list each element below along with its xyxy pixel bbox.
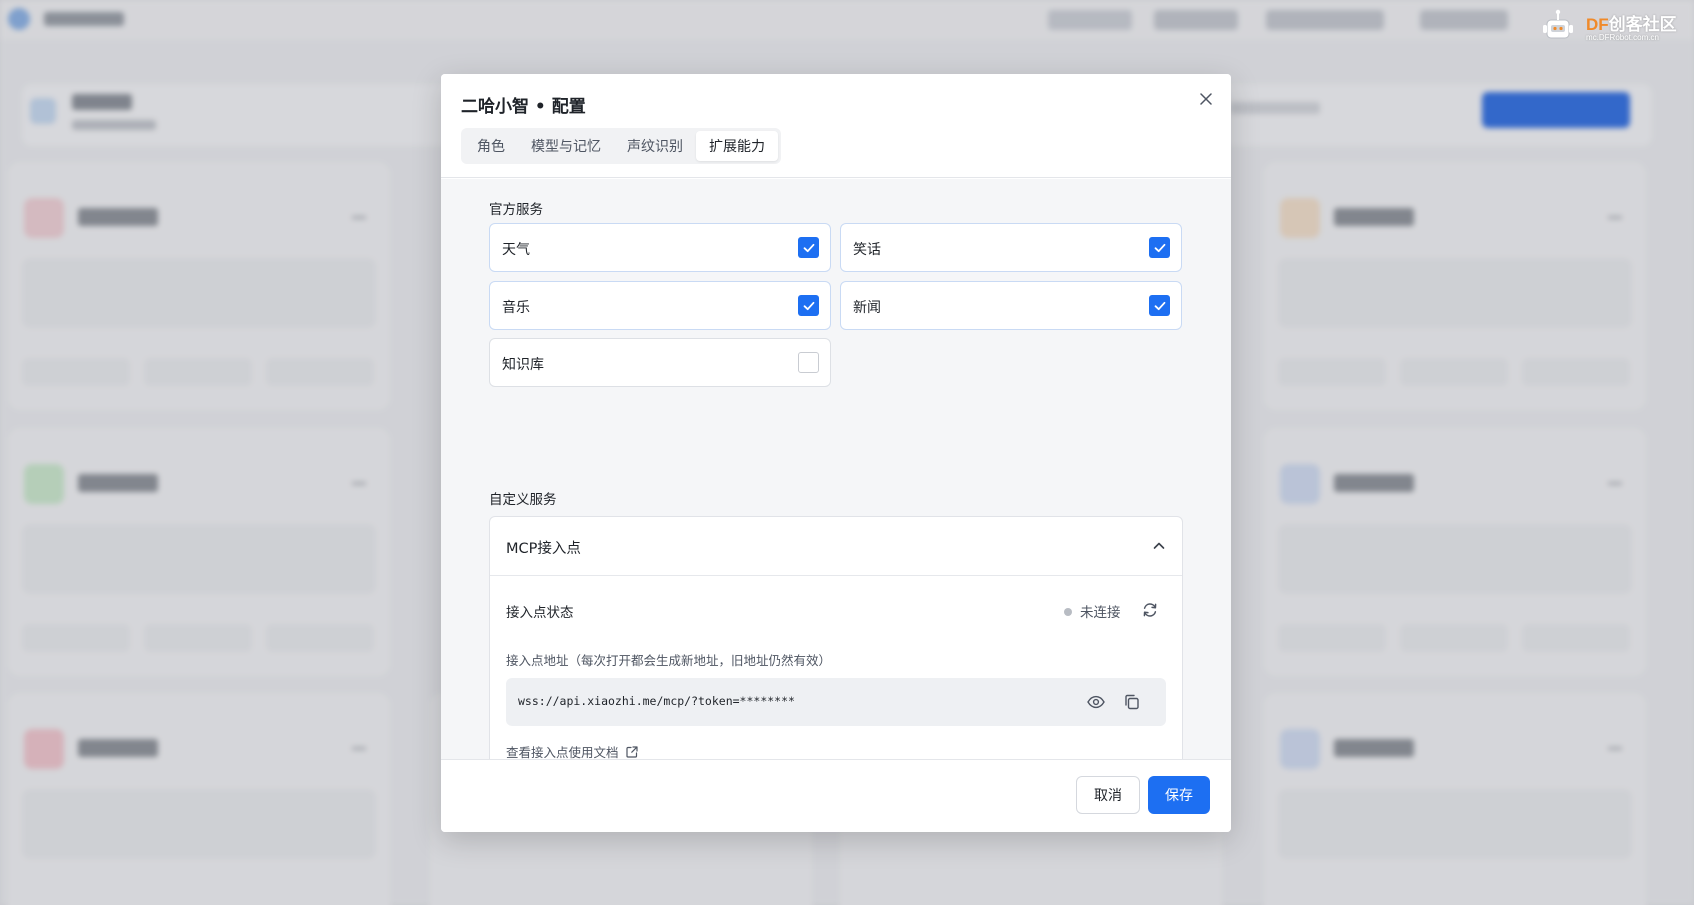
tab-extensions[interactable]: 扩展能力 bbox=[696, 131, 778, 161]
service-label: 知识库 bbox=[502, 357, 544, 373]
service-weather[interactable]: 天气 bbox=[489, 223, 831, 272]
service-jokes-checkbox[interactable] bbox=[1149, 237, 1170, 258]
save-button[interactable]: 保存 bbox=[1148, 776, 1210, 814]
watermark-brand-latin: DF bbox=[1586, 15, 1609, 34]
status-dot bbox=[1064, 608, 1072, 616]
service-weather-checkbox[interactable] bbox=[798, 237, 819, 258]
cancel-button[interactable]: 取消 bbox=[1076, 776, 1140, 814]
mcp-panel-header[interactable]: MCP接入点 bbox=[490, 517, 1182, 576]
endpoint-url-field[interactable]: wss://api.xiaozhi.me/mcp/?token=******** bbox=[506, 678, 1166, 726]
tab-voiceprint[interactable]: 声纹识别 bbox=[614, 131, 696, 161]
service-label: 天气 bbox=[502, 242, 530, 258]
service-label: 笑话 bbox=[853, 242, 881, 258]
mcp-panel: MCP接入点 接入点状态 未连接 接入点地址（每次打开都会生成新地址，旧地址仍然… bbox=[489, 516, 1183, 771]
modal-footer: 取消 保存 bbox=[441, 759, 1231, 832]
check-icon bbox=[1154, 301, 1165, 310]
tab-role[interactable]: 角色 bbox=[464, 131, 518, 161]
status-value: 未连接 bbox=[1080, 605, 1121, 621]
modal-title: 二哈小智 • 配置 bbox=[461, 97, 586, 117]
service-label: 音乐 bbox=[502, 300, 530, 316]
watermark-brand: DF创客社区 bbox=[1586, 10, 1677, 35]
modal-header: 二哈小智 • 配置 角色 模型与记忆 声纹识别 扩展能力 bbox=[441, 74, 1231, 178]
tab-bar: 角色 模型与记忆 声纹识别 扩展能力 bbox=[461, 128, 781, 164]
service-music[interactable]: 音乐 bbox=[489, 281, 831, 330]
config-modal: 二哈小智 • 配置 角色 模型与记忆 声纹识别 扩展能力 官方服务 天气 笑话 bbox=[441, 74, 1231, 832]
chevron-up-icon[interactable] bbox=[1150, 537, 1168, 555]
address-label: 接入点地址（每次打开都会生成新地址，旧地址仍然有效） bbox=[506, 653, 832, 668]
refresh-icon[interactable] bbox=[1140, 600, 1160, 620]
mcp-panel-title: MCP接入点 bbox=[506, 541, 581, 557]
official-services-heading: 官方服务 bbox=[489, 202, 543, 218]
dfrobot-watermark: DF创客社区 mc.DFRobot.com.cn bbox=[1540, 6, 1690, 46]
close-icon bbox=[1200, 93, 1212, 105]
service-news[interactable]: 新闻 bbox=[840, 281, 1182, 330]
watermark-brand-cn: 创客社区 bbox=[1608, 15, 1677, 34]
tab-model-memory[interactable]: 模型与记忆 bbox=[518, 131, 614, 161]
modal-body[interactable]: 官方服务 天气 笑话 音乐 新闻 知识库 自定义服务 MCP接入点 接入点状态 … bbox=[441, 179, 1231, 771]
service-news-checkbox[interactable] bbox=[1149, 295, 1170, 316]
close-button[interactable] bbox=[1195, 88, 1217, 110]
endpoint-url-value[interactable]: wss://api.xiaozhi.me/mcp/?token=******** bbox=[518, 694, 795, 708]
custom-services-heading: 自定义服务 bbox=[489, 492, 557, 508]
watermark-url: mc.DFRobot.com.cn bbox=[1586, 33, 1659, 42]
service-knowledge-base[interactable]: 知识库 bbox=[489, 338, 831, 387]
external-link-icon[interactable] bbox=[625, 745, 639, 759]
check-icon bbox=[803, 301, 814, 310]
service-music-checkbox[interactable] bbox=[798, 295, 819, 316]
service-jokes[interactable]: 笑话 bbox=[840, 223, 1182, 272]
check-icon bbox=[803, 243, 814, 252]
copy-icon[interactable] bbox=[1122, 692, 1142, 712]
service-knowledge-base-checkbox[interactable] bbox=[798, 352, 819, 373]
service-label: 新闻 bbox=[853, 300, 881, 316]
robot-logo-icon bbox=[1543, 9, 1573, 39]
status-label: 接入点状态 bbox=[506, 605, 574, 621]
eye-icon[interactable] bbox=[1086, 692, 1106, 712]
check-icon bbox=[1154, 243, 1165, 252]
